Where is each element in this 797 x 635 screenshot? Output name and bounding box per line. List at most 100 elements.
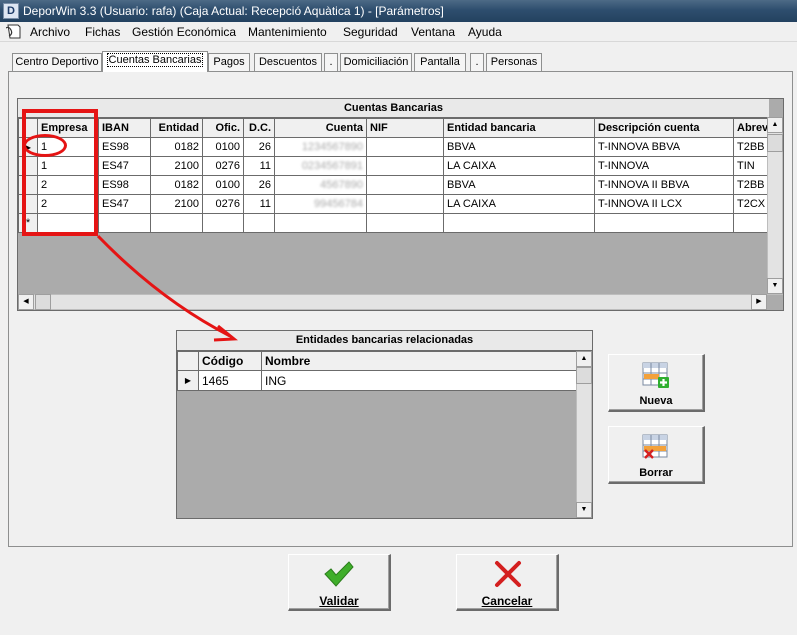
column-header-nif[interactable]: NIF: [366, 118, 444, 138]
vertical-scroll-thumb[interactable]: [576, 367, 592, 384]
cancelar-button[interactable]: Cancelar: [456, 554, 559, 611]
scroll-down-icon[interactable]: ▼: [767, 278, 783, 294]
header-indicator: [177, 351, 199, 371]
scroll-left-icon[interactable]: ◀: [18, 294, 34, 310]
cell-ofic[interactable]: 0100: [202, 137, 244, 157]
accounts-table: Empresa IBAN Entidad Ofic. D.C. Cuenta N…: [18, 118, 783, 233]
cell-nif[interactable]: [366, 137, 444, 157]
tab-dot-1[interactable]: .: [324, 53, 338, 71]
cell-descripcion[interactable]: T-INNOVA BBVA: [594, 137, 734, 157]
cell-entidad[interactable]: 2100: [150, 156, 203, 176]
tab-dot-2[interactable]: .: [470, 53, 484, 71]
menu-ayuda[interactable]: Ayuda: [468, 25, 502, 39]
tab-label: Pagos: [213, 56, 245, 68]
cuenta-value: 0234567891: [301, 160, 363, 172]
nueva-button[interactable]: Nueva: [608, 354, 705, 412]
scroll-up-icon[interactable]: ▲: [767, 117, 783, 133]
cell-iban[interactable]: ES98: [98, 175, 151, 195]
cell-entidad[interactable]: 2100: [150, 194, 203, 214]
cell-descripcion[interactable]: T-INNOVA II BBVA: [594, 175, 734, 195]
cell-nif[interactable]: [366, 156, 444, 176]
vertical-scroll-thumb[interactable]: [767, 134, 783, 152]
column-header-descripcion[interactable]: Descripción cuenta: [594, 118, 734, 138]
app-icon: D: [3, 3, 19, 19]
scroll-up-icon[interactable]: ▲: [576, 351, 592, 367]
scroll-down-icon[interactable]: ▼: [576, 502, 592, 518]
table-row[interactable]: 1 ES47 2100 0276 11 0234567891 LA CAIXA …: [18, 156, 783, 176]
table-row[interactable]: ▶ 1465 ING: [177, 370, 578, 391]
column-header-codigo[interactable]: Código: [198, 351, 262, 371]
cell-iban[interactable]: ES98: [98, 137, 151, 157]
column-header-dc[interactable]: D.C.: [243, 118, 275, 138]
menu-mantenimiento[interactable]: Mantenimiento: [248, 25, 327, 39]
menu-archivo[interactable]: Archivo: [30, 25, 70, 39]
column-header-entidad-bancaria[interactable]: Entidad bancaria: [443, 118, 595, 138]
cell-entidad-bancaria[interactable]: LA CAIXA: [443, 156, 595, 176]
tab-descuentos[interactable]: Descuentos: [254, 53, 322, 71]
cell-dc[interactable]: 26: [243, 175, 275, 195]
document-menu-icon[interactable]: [6, 24, 22, 39]
tab-pantalla[interactable]: Pantalla: [414, 53, 466, 71]
cell-iban[interactable]: ES47: [98, 156, 151, 176]
cell-cuenta[interactable]: 1234567890: [274, 137, 367, 157]
cancelar-text: Cancelar: [481, 594, 533, 608]
borrar-button[interactable]: Borrar: [608, 426, 705, 484]
column-header-iban[interactable]: IBAN: [98, 118, 151, 138]
cuenta-value: 1234567890: [301, 141, 363, 153]
menu-ventana[interactable]: Ventana: [411, 25, 455, 39]
cell-nif[interactable]: [366, 194, 444, 214]
horizontal-scroll-thumb[interactable]: [35, 294, 51, 310]
cell-nif[interactable]: [366, 175, 444, 195]
tab-cuentas-bancarias[interactable]: Cuentas Bancarias: [102, 51, 208, 72]
cell-nombre[interactable]: ING: [261, 370, 578, 391]
cell-cuenta[interactable]: 0234567891: [274, 156, 367, 176]
tab-personas[interactable]: Personas: [486, 53, 542, 71]
cell-descripcion[interactable]: T-INNOVA II LCX: [594, 194, 734, 214]
scroll-right-icon[interactable]: ▶: [751, 294, 767, 310]
new-row[interactable]: *: [18, 213, 783, 233]
column-header-entidad[interactable]: Entidad: [150, 118, 203, 138]
cell-descripcion[interactable]: T-INNOVA: [594, 156, 734, 176]
table-row[interactable]: ▶ 1 ES98 0182 0100 26 1234567890 BBVA T-…: [18, 137, 783, 157]
cell-ofic[interactable]: 0100: [202, 175, 244, 195]
cell-ofic[interactable]: 0276: [202, 194, 244, 214]
cell-entidad-bancaria[interactable]: LA CAIXA: [443, 194, 595, 214]
annotation-ellipse: [23, 134, 67, 157]
tab-label: Cuentas Bancarias: [106, 53, 204, 67]
grid-caption: Cuentas Bancarias: [18, 99, 769, 118]
cell-entidad[interactable]: 0182: [150, 175, 203, 195]
tab-pagos[interactable]: Pagos: [208, 53, 250, 71]
cell-ofic[interactable]: 0276: [202, 156, 244, 176]
cell-cuenta[interactable]: 4567890: [274, 175, 367, 195]
menu-fichas[interactable]: Fichas: [85, 25, 120, 39]
validar-text: Validar: [319, 594, 359, 608]
cell-entidad-bancaria[interactable]: BBVA: [443, 175, 595, 195]
tab-label: Domiciliación: [343, 56, 409, 68]
current-row-arrow-icon: ▶: [177, 370, 199, 391]
table-row[interactable]: 2 ES47 2100 0276 11 99456784 LA CAIXA T-…: [18, 194, 783, 214]
tab-centro-deportivo[interactable]: Centro Deportivo: [12, 53, 102, 71]
cell-dc[interactable]: 11: [243, 194, 275, 214]
column-header-nombre[interactable]: Nombre: [261, 351, 578, 371]
cuenta-value: 4567890: [320, 179, 363, 191]
cuentas-bancarias-grid: Cuentas Bancarias Empresa IBAN Entidad O…: [17, 98, 784, 311]
table-header-row: Código Nombre: [177, 351, 578, 371]
menu-gestion-economica[interactable]: Gestión Económica: [132, 25, 236, 39]
column-header-ofic[interactable]: Ofic.: [202, 118, 244, 138]
validar-button[interactable]: Validar: [288, 554, 391, 611]
cell-dc[interactable]: 26: [243, 137, 275, 157]
cuenta-value: 99456784: [314, 198, 363, 210]
cell-dc[interactable]: 11: [243, 156, 275, 176]
cell-cuenta[interactable]: 99456784: [274, 194, 367, 214]
borrar-label: Borrar: [639, 467, 673, 479]
column-header-cuenta[interactable]: Cuenta: [274, 118, 367, 138]
cell-entidad-bancaria[interactable]: BBVA: [443, 137, 595, 157]
cell-iban[interactable]: ES47: [98, 194, 151, 214]
table-row[interactable]: 2 ES98 0182 0100 26 4567890 BBVA T-INNOV…: [18, 175, 783, 195]
menu-seguridad[interactable]: Seguridad: [343, 25, 398, 39]
tab-label: .: [475, 56, 479, 68]
cell-codigo[interactable]: 1465: [198, 370, 262, 391]
tab-domiciliacion[interactable]: Domiciliación: [340, 53, 412, 71]
horizontal-scrollbar[interactable]: [18, 294, 767, 310]
cell-entidad[interactable]: 0182: [150, 137, 203, 157]
